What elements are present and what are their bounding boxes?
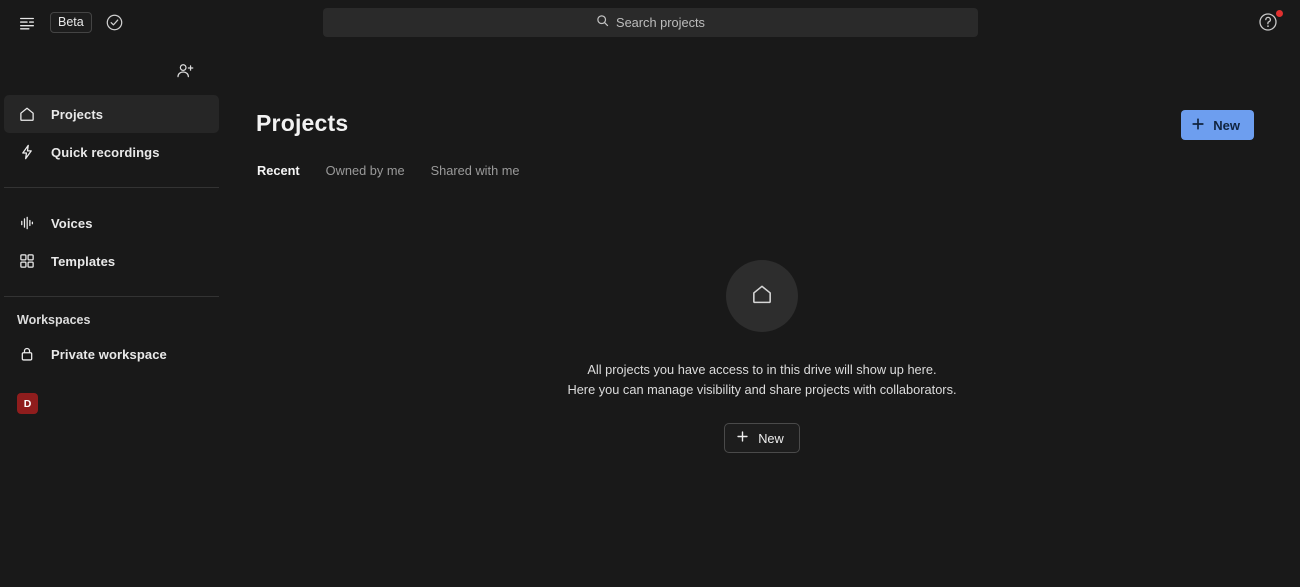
lightning-bolt-icon [17, 142, 37, 162]
empty-state-icon-circle [726, 260, 798, 332]
beta-badge[interactable]: Beta [50, 11, 92, 34]
sidebar-item-quick-recordings[interactable]: Quick recordings [4, 133, 219, 171]
sidebar-divider-2 [4, 296, 219, 297]
sidebar-item-voices[interactable]: Voices [4, 204, 219, 242]
empty-state-text: All projects you have access to in this … [567, 360, 956, 400]
search-input[interactable]: Search projects [323, 8, 978, 37]
panel-toggle-icon[interactable] [14, 10, 40, 36]
empty-state-line-2: Here you can manage visibility and share… [567, 382, 957, 397]
plus-icon [1191, 117, 1205, 134]
workspace-avatar-row: D [0, 393, 224, 414]
sidebar-item-projects[interactable]: Projects [4, 95, 219, 133]
search-icon [596, 14, 609, 32]
empty-state: All projects you have access to in this … [224, 260, 1300, 453]
sidebar-divider-1 [4, 187, 219, 188]
new-button-label: New [1213, 117, 1240, 133]
waveform-icon [17, 213, 37, 233]
new-project-button-secondary[interactable]: New [724, 423, 800, 453]
new-button-label: New [758, 430, 784, 446]
main-content: Projects New Recent Owned by me Shared w… [224, 45, 1300, 587]
sidebar-item-label: Voices [51, 215, 93, 231]
new-project-button-primary[interactable]: New [1181, 110, 1254, 140]
home-icon [17, 104, 37, 124]
sidebar-item-label: Private workspace [51, 346, 167, 362]
top-bar: Beta Search projects [0, 0, 1300, 45]
project-tabs: Recent Owned by me Shared with me [256, 161, 521, 180]
empty-state-line-1: All projects you have access to in this … [587, 362, 937, 377]
grid-icon [17, 251, 37, 271]
topbar-left-group: Beta [14, 0, 128, 45]
tab-recent[interactable]: Recent [256, 161, 301, 180]
page-title: Projects [256, 110, 349, 136]
sidebar: Projects Quick recordings Voices Templat… [0, 45, 224, 587]
sidebar-section-workspaces: Workspaces [17, 313, 91, 327]
sidebar-item-label: Quick recordings [51, 144, 160, 160]
notification-dot [1276, 10, 1283, 17]
tab-shared-with-me[interactable]: Shared with me [430, 161, 521, 180]
avatar[interactable]: D [17, 393, 38, 414]
tab-owned-by-me[interactable]: Owned by me [325, 161, 406, 180]
add-user-icon[interactable] [173, 59, 197, 83]
sidebar-item-label: Templates [51, 253, 116, 269]
home-icon [750, 282, 774, 311]
sidebar-item-label: Projects [51, 106, 104, 122]
check-circle-icon[interactable] [102, 10, 128, 36]
search-placeholder: Search projects [616, 15, 705, 30]
help-circle-icon[interactable] [1257, 10, 1283, 35]
plus-icon [736, 430, 749, 446]
sidebar-item-templates[interactable]: Templates [4, 242, 219, 280]
lock-icon [17, 344, 37, 364]
sidebar-actions [0, 45, 224, 95]
sidebar-item-private-workspace[interactable]: Private workspace [4, 335, 219, 373]
